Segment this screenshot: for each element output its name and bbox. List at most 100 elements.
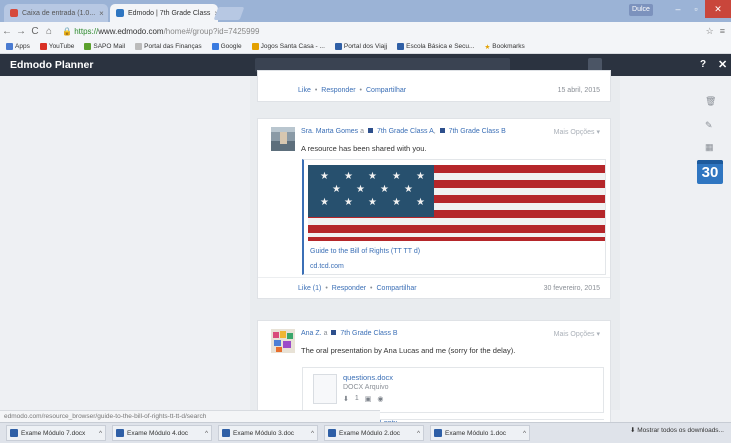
url-field[interactable]: 🔒 https://www.edmodo.com/home#/group?id=…: [62, 27, 259, 36]
trash-icon[interactable]: 🗑: [705, 96, 716, 107]
bookmark-bookmarks[interactable]: ★ Bookmarks: [484, 43, 524, 51]
escola-icon: [397, 43, 405, 50]
group-link[interactable]: 7th Grade Class A: [377, 128, 434, 135]
bookmark-jogos[interactable]: Jogos Santa Casa - ...: [251, 43, 325, 50]
like-link[interactable]: Like (1): [298, 285, 321, 292]
chevron-up-icon[interactable]: ^: [523, 430, 526, 437]
reply-link[interactable]: Responder: [332, 285, 366, 292]
svg-text:★: ★: [344, 171, 353, 182]
bookmark-sapo[interactable]: SAPO Mail: [84, 43, 125, 50]
post-footer: Like (1) • Responder • Compartilhar 30 f…: [258, 277, 610, 299]
svg-text:★: ★: [380, 184, 389, 195]
chevron-up-icon[interactable]: ^: [417, 430, 420, 437]
group-icon: [331, 330, 337, 335]
group-link[interactable]: 7th Grade Class B: [340, 330, 397, 337]
bookmark-google[interactable]: Google: [211, 43, 242, 50]
bookmark-star-icon[interactable]: ☆: [706, 26, 714, 37]
post-card: Like • Responder • Compartilhar 15 abril…: [257, 70, 611, 102]
post-card: Sra. Marta Gomes a 7th Grade Class A, 7t…: [257, 118, 611, 299]
download-item[interactable]: Exame Módulo 1.doc ^: [430, 425, 530, 441]
svg-text:★: ★: [392, 197, 401, 208]
download-item[interactable]: Exame Módulo 3.doc ^: [218, 425, 318, 441]
download-item[interactable]: Exame Módulo 2.doc ^: [324, 425, 424, 441]
bookmark-viajj[interactable]: Portal dos Viajj: [334, 43, 387, 50]
group-link[interactable]: 7th Grade Class B: [449, 128, 506, 135]
post-footer: Like • Responder • Compartilhar 15 abril…: [298, 86, 600, 94]
library-icon[interactable]: ▣: [365, 395, 372, 403]
view-icon[interactable]: ◉: [377, 395, 383, 403]
share-link[interactable]: Compartilhar: [366, 87, 406, 94]
portal-icon: [334, 43, 342, 50]
word-icon: [328, 429, 336, 437]
tab-edmodo[interactable]: Edmodo | 7th Grade Class ×: [110, 4, 218, 22]
author-name[interactable]: Ana Z.: [301, 330, 322, 337]
resource-site[interactable]: cd.tcd.com: [310, 263, 344, 270]
gmail-icon: [10, 9, 18, 17]
bookmark-escola[interactable]: Escola Básica e Secu...: [397, 43, 474, 50]
word-icon: [116, 429, 124, 437]
bookmark-financas[interactable]: Portal das Finanças: [135, 43, 202, 50]
window-close-icon[interactable]: ✕: [705, 0, 731, 18]
file-name[interactable]: questions.docx: [343, 373, 393, 382]
tab-gmail[interactable]: Caixa de entrada (1.0... ×: [4, 4, 108, 22]
download-count: 1: [354, 395, 359, 402]
chevron-up-icon[interactable]: ^: [99, 430, 102, 437]
right-pane: 🗑 ✎ ▦ 30: [620, 76, 731, 410]
download-icon[interactable]: ⬇: [343, 395, 349, 403]
minimize-icon[interactable]: –: [669, 0, 687, 18]
svg-text:★: ★: [368, 197, 377, 208]
sapo-icon: [84, 43, 92, 50]
download-item[interactable]: Exame Módulo 4.doc ^: [112, 425, 212, 441]
help-button[interactable]: ?: [700, 59, 706, 70]
share-link[interactable]: Compartilhar: [377, 285, 417, 292]
word-icon: [222, 429, 230, 437]
home-icon[interactable]: ⌂: [42, 26, 56, 37]
maximize-icon[interactable]: ▫: [687, 0, 705, 18]
svg-text:★: ★: [320, 197, 329, 208]
close-tab-icon[interactable]: ×: [99, 9, 104, 18]
close-planner-button[interactable]: ✕: [718, 58, 727, 71]
back-icon[interactable]: ←: [0, 26, 14, 37]
profile-chip[interactable]: Dulce: [629, 4, 653, 16]
svg-text:★: ★: [404, 184, 413, 195]
lock-icon: 🔒: [62, 26, 72, 36]
show-all-downloads-link[interactable]: ⬇ Mostrar todos os downloads...: [630, 426, 724, 434]
reload-icon[interactable]: C: [28, 26, 42, 37]
post-feed: Like • Responder • Compartilhar 15 abril…: [250, 70, 620, 430]
menu-icon[interactable]: ≡: [720, 26, 725, 36]
edmodo-icon: [116, 9, 124, 17]
author-avatar[interactable]: [271, 329, 295, 353]
resource-attachment[interactable]: ★ ★ ★ ★ ★ ★ ★ ★ ★ ★ ★ ★ ★ ★ Guide to the Bill of Ri…: [302, 159, 606, 275]
more-options[interactable]: Mais Opções ▾: [554, 128, 600, 136]
new-tab-button[interactable]: [213, 7, 245, 20]
link-status: edmodo.com/resource_browser/guide-to-the…: [0, 410, 380, 422]
bookmarks-bar: Apps YouTube SAPO Mail Portal das Finanç…: [0, 40, 731, 54]
chevron-up-icon[interactable]: ^: [205, 430, 208, 437]
apps-icon: [6, 43, 13, 50]
address-bar: ← → C ⌂ 🔒 https://www.edmodo.com/home#/g…: [0, 22, 731, 40]
download-item[interactable]: Exame Módulo 7.docx ^: [6, 425, 106, 441]
file-attachment[interactable]: questions.docx DOCX Arquivo ⬇ 1 ▣ ◉: [302, 367, 604, 413]
page-icon: [135, 43, 143, 50]
calendar-icon[interactable]: 30: [697, 160, 723, 184]
window-controls: – ▫ ✕: [669, 0, 731, 18]
group-icon: [367, 128, 373, 133]
more-options[interactable]: Mais Opções ▾: [554, 330, 600, 338]
author-name[interactable]: Sra. Marta Gomes: [301, 128, 358, 135]
bookmark-apps[interactable]: Apps: [6, 43, 30, 50]
word-icon: [434, 429, 442, 437]
post-date: 30 fevereiro, 2015: [543, 285, 600, 292]
flag-thumbnail: ★ ★ ★ ★ ★ ★ ★ ★ ★ ★ ★ ★ ★ ★: [308, 165, 605, 241]
app-title: Edmodo Planner: [10, 59, 94, 71]
like-link[interactable]: Like: [298, 87, 311, 94]
grid-icon[interactable]: ▦: [705, 142, 714, 153]
svg-text:★: ★: [356, 184, 365, 195]
reply-link[interactable]: Responder: [321, 87, 355, 94]
chevron-up-icon[interactable]: ^: [311, 430, 314, 437]
wrench-icon[interactable]: ✎: [705, 120, 713, 131]
bookmark-youtube[interactable]: YouTube: [39, 43, 74, 50]
forward-icon[interactable]: →: [14, 26, 28, 37]
svg-text:★: ★: [332, 184, 341, 195]
resource-title[interactable]: Guide to the Bill of Rights (TT TT d): [310, 248, 420, 255]
author-avatar[interactable]: [271, 127, 295, 151]
